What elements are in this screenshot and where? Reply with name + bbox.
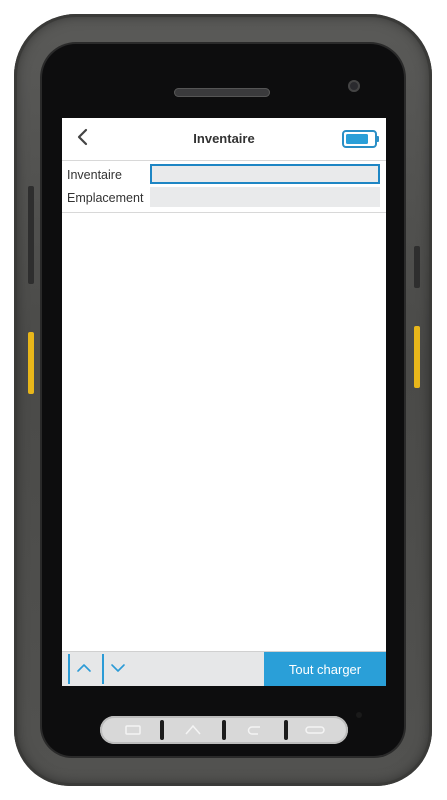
hardware-nav-separator bbox=[160, 720, 164, 740]
emplacement-input[interactable] bbox=[150, 187, 380, 207]
side-button-power[interactable] bbox=[414, 246, 420, 288]
inventory-form: Inventaire Emplacement bbox=[62, 164, 386, 210]
hardware-nav-bar bbox=[100, 716, 348, 744]
inventaire-label: Inventaire bbox=[67, 168, 122, 182]
menu-icon[interactable] bbox=[120, 722, 146, 738]
previous-button[interactable] bbox=[68, 654, 98, 684]
form-row-emplacement: Emplacement bbox=[62, 187, 386, 209]
back-icon[interactable] bbox=[242, 722, 268, 738]
chevron-down-icon bbox=[110, 660, 126, 678]
front-camera bbox=[348, 80, 360, 92]
form-row-inventaire: Inventaire bbox=[62, 164, 386, 186]
page-title: Inventaire bbox=[193, 131, 255, 146]
form-divider bbox=[62, 212, 386, 213]
side-button-scan-left[interactable] bbox=[28, 332, 34, 394]
app-header: Inventaire bbox=[62, 118, 386, 161]
side-button-scan-right[interactable] bbox=[414, 326, 420, 388]
recent-apps-icon[interactable] bbox=[302, 722, 328, 738]
status-led bbox=[356, 712, 362, 718]
battery-icon bbox=[342, 130, 380, 148]
speaker-grille bbox=[174, 88, 270, 97]
app-screen: Inventaire Inventaire Emplacement Tout c… bbox=[62, 118, 386, 686]
hardware-nav-separator bbox=[222, 720, 226, 740]
side-button-volume[interactable] bbox=[28, 186, 34, 284]
next-button[interactable] bbox=[102, 654, 132, 684]
hardware-nav-separator bbox=[284, 720, 288, 740]
load-all-button[interactable]: Tout charger bbox=[264, 652, 386, 686]
home-icon[interactable] bbox=[180, 722, 206, 738]
bottom-toolbar: Tout charger bbox=[62, 651, 386, 686]
inventaire-input[interactable] bbox=[150, 164, 380, 184]
emplacement-label: Emplacement bbox=[67, 191, 144, 205]
chevron-up-icon bbox=[76, 660, 92, 678]
